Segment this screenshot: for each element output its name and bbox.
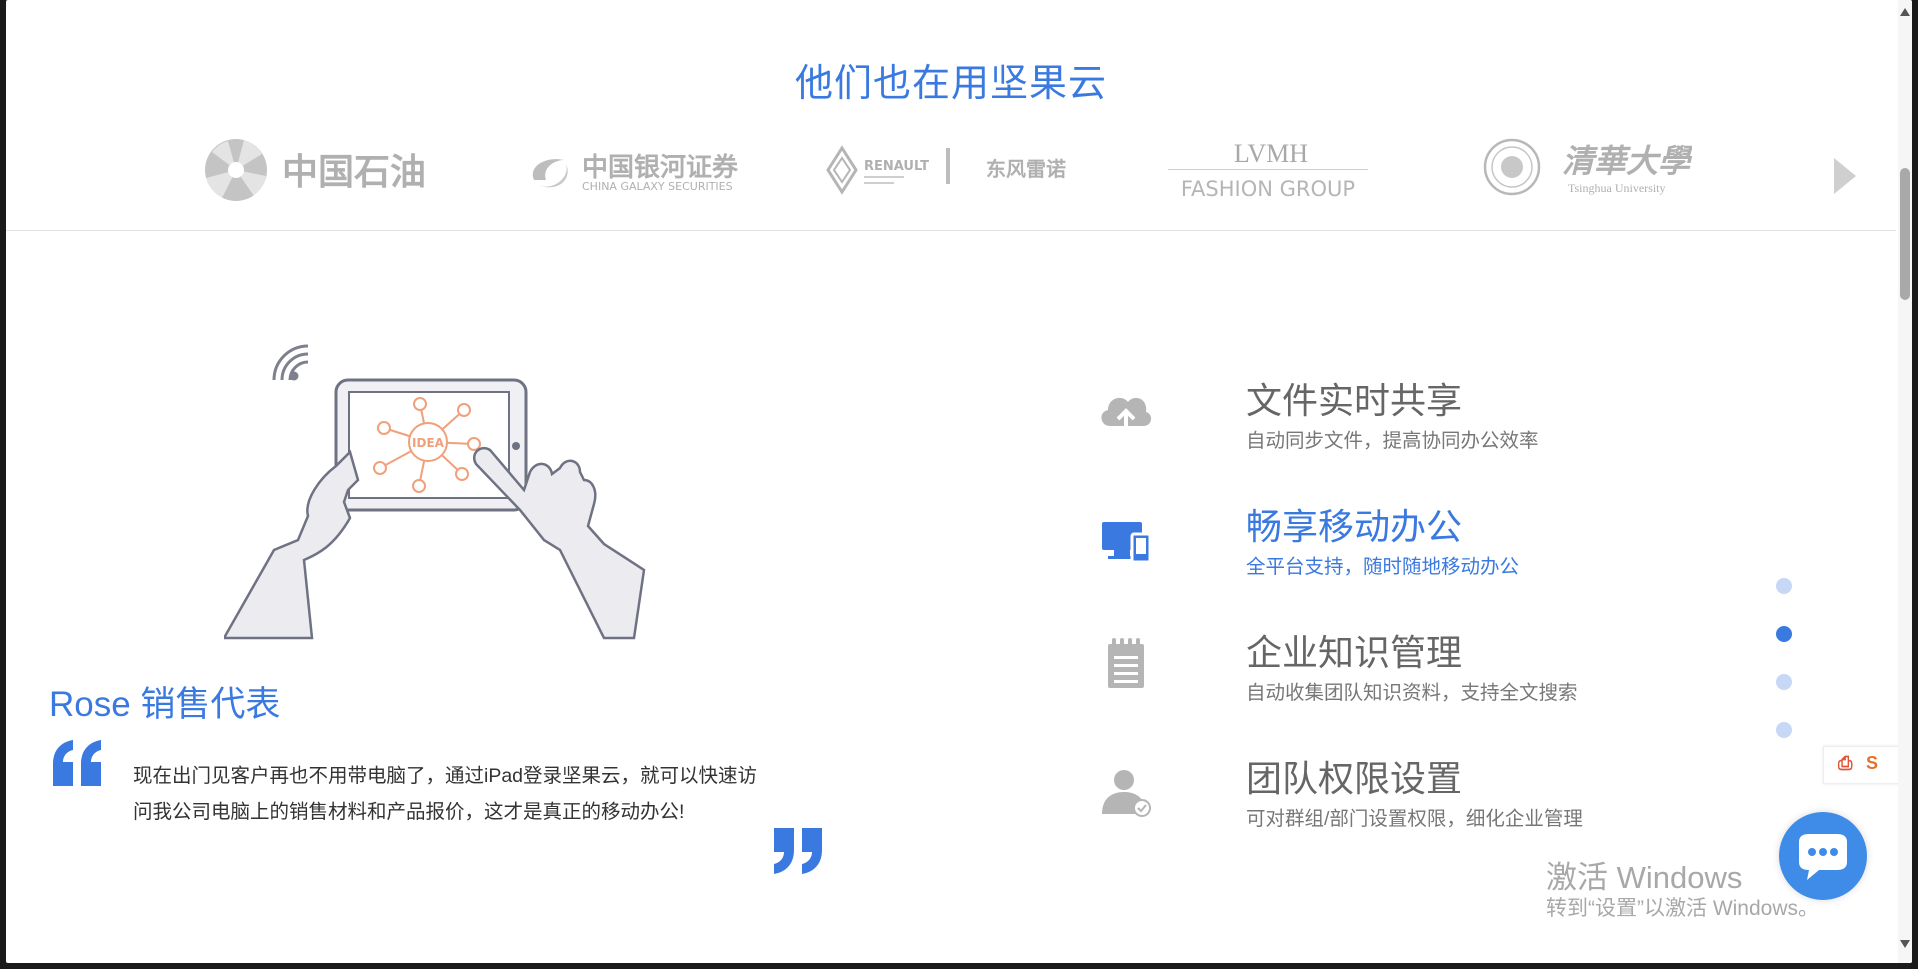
- testimonial-person: Rose 销售代表: [49, 685, 281, 724]
- lvmh-logo: LVMH FASHION GROUP: [1166, 136, 1376, 202]
- petrochina-logo: 中国石油: [202, 136, 442, 204]
- china-galaxy-text: 中国银河证券: [582, 153, 739, 183]
- testimonial-quote: 现在出门见客户再也不用带电脑了，通过iPad登录坚果云，就可以快速访 问我公司电…: [133, 758, 823, 830]
- activate-windows-title: 激活 Windows: [1546, 860, 1743, 895]
- section-divider: [6, 230, 1896, 231]
- china-galaxy-subtext: CHINA GALAXY SECURITIES: [582, 180, 733, 193]
- testimonial-quote-line1: 现在出门见客户再也不用带电脑了，通过iPad登录坚果云，就可以快速访: [133, 765, 758, 787]
- feature-title: 企业知识管理: [1246, 632, 1463, 673]
- quote-open-icon: [49, 740, 105, 793]
- partners-title: 他们也在用坚果云: [794, 63, 1107, 105]
- feature-desc: 全平台支持，随时随地移动办公: [1246, 556, 1520, 578]
- petrochina-text: 中国石油: [282, 152, 426, 193]
- chat-bubble-icon: [1799, 834, 1847, 880]
- feature-desc: 可对群组/部门设置权限，细化企业管理: [1246, 808, 1583, 830]
- carousel-dot-1[interactable]: [1776, 578, 1792, 594]
- tsinghua-logo: 清華大學 Tsinghua University: [1482, 136, 1692, 204]
- renault-logo: RENAULT 东风雷诺: [826, 142, 1086, 198]
- testimonial-quote-line2: 问我公司电脑上的销售材料和产品报价，这才是真正的移动办公!: [133, 801, 685, 823]
- feature-title: 团队权限设置: [1246, 758, 1463, 799]
- carousel-dot-4[interactable]: [1776, 722, 1792, 738]
- notepad-icon: [1096, 634, 1156, 694]
- renault-text: RENAULT: [864, 159, 929, 174]
- user-permission-icon: [1096, 760, 1156, 820]
- quote-close-icon: [770, 826, 826, 879]
- partners-next-arrow[interactable]: [1834, 158, 1856, 194]
- document-tool-icon[interactable]: ⎙: [1838, 753, 1852, 774]
- lvmh-text: LVMH: [1234, 139, 1308, 168]
- ipad-idea-illustration: IDEA: [221, 340, 664, 645]
- china-galaxy-logo: 中国银河证券 CHINA GALAXY SECURITIES: [526, 146, 756, 196]
- cloud-upload-icon: [1096, 382, 1156, 442]
- lvmh-subtext: FASHION GROUP: [1181, 177, 1355, 201]
- browser-page: 他们也在用坚果云 中国石油 中国银河证券 CHINA GALAXY SECURI…: [6, 0, 1912, 963]
- devices-icon: [1096, 508, 1156, 568]
- carousel-dot-3[interactable]: [1776, 674, 1792, 690]
- vertical-scrollbar[interactable]: [1898, 0, 1912, 963]
- carousel-dot-2[interactable]: [1776, 626, 1792, 642]
- scroll-up-arrow[interactable]: [1900, 8, 1910, 16]
- feature-title: 文件实时共享: [1246, 380, 1463, 421]
- wifi-icon: [272, 344, 309, 381]
- scroll-down-arrow[interactable]: [1900, 940, 1910, 948]
- feature-desc: 自动同步文件，提高协同办公效率: [1246, 430, 1539, 452]
- tsinghua-subtext: Tsinghua University: [1568, 181, 1665, 195]
- svg-text:IDEA: IDEA: [412, 436, 445, 450]
- feature-title: 畅享移动办公: [1246, 506, 1463, 547]
- chat-button[interactable]: [1779, 812, 1867, 900]
- dongfeng-renault-text: 东风雷诺: [986, 157, 1066, 181]
- sogou-s-icon[interactable]: S: [1866, 753, 1878, 774]
- feature-desc: 自动收集团队知识资料，支持全文搜索: [1246, 682, 1578, 704]
- tsinghua-text: 清華大學: [1562, 142, 1692, 180]
- scroll-thumb[interactable]: [1900, 168, 1910, 300]
